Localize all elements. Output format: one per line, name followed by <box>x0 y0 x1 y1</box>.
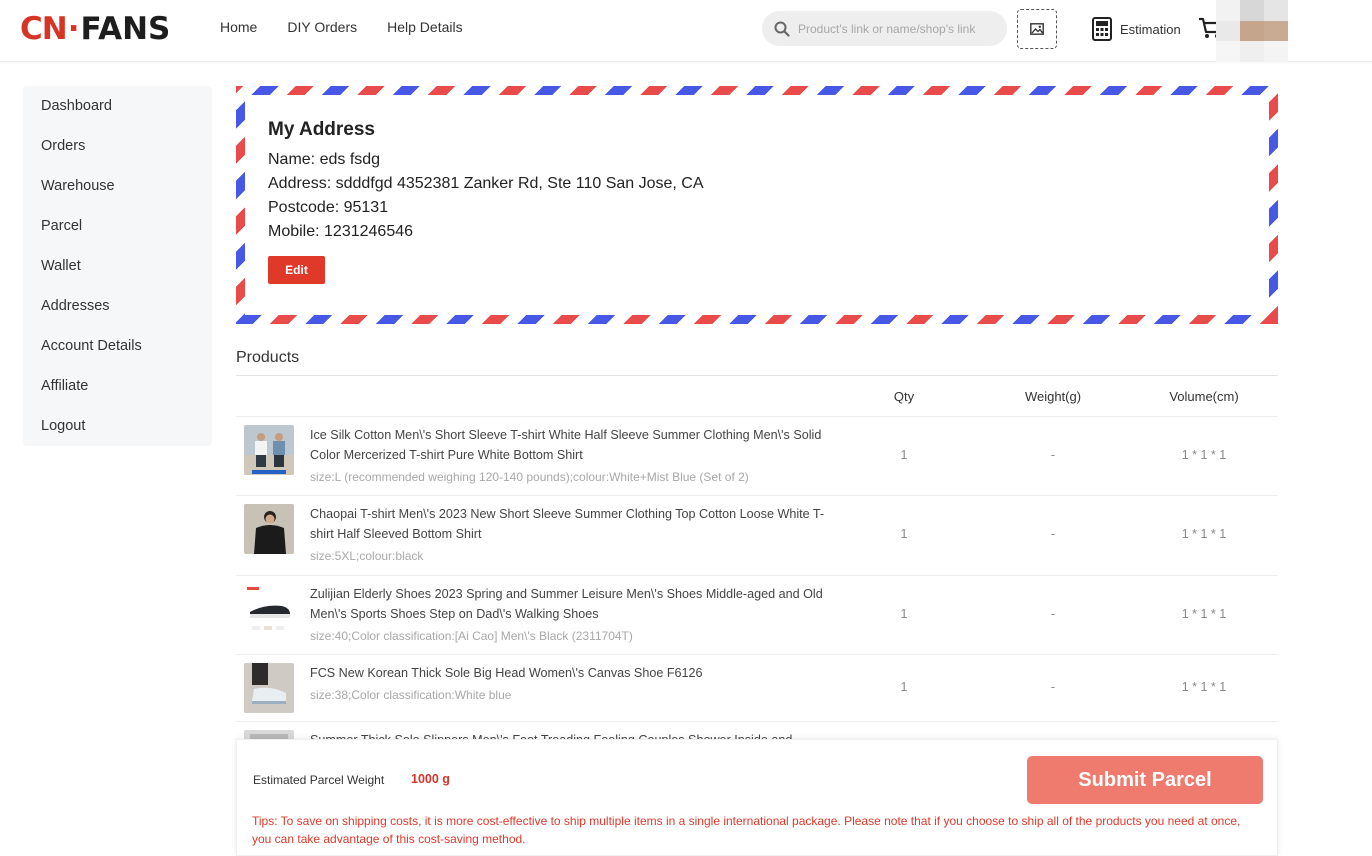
submit-parcel-button[interactable]: Submit Parcel <box>1027 756 1263 804</box>
nav-diy-orders-link[interactable]: DIY Orders <box>287 19 357 35</box>
table-row: Chaopai T-shirt Men\'s 2023 New Short Sl… <box>236 496 1278 576</box>
estimated-weight-value: 1000 g <box>411 772 450 786</box>
product-name[interactable]: Zulijian Elderly Shoes 2023 Spring and S… <box>310 585 830 624</box>
product-spec: size:L (recommended weighing 120-140 pou… <box>310 470 749 484</box>
product-weight: - <box>1050 448 1056 462</box>
logo-dot: · <box>67 11 80 47</box>
table-row: Summer Thick Sole Slippers Men\'s Foot T… <box>236 722 1278 739</box>
product-volume: 1 * 1 * 1 <box>1181 448 1227 462</box>
address-postcode: Postcode: 95131 <box>268 199 389 216</box>
product-name[interactable]: Chaopai T-shirt Men\'s 2023 New Short Sl… <box>310 505 830 544</box>
product-volume: 1 * 1 * 1 <box>1181 607 1227 621</box>
address-name: Name: eds fsdg <box>268 151 381 168</box>
product-weight: - <box>1050 680 1056 694</box>
sidebar-item-affiliate[interactable]: Affiliate <box>23 368 212 408</box>
edit-address-button[interactable]: Edit <box>268 256 325 284</box>
address-street: Address: sdddfgd 4352381 Zanker Rd, Ste … <box>268 175 704 192</box>
product-qty: 1 <box>900 680 908 694</box>
col-header-volume: Volume(cm) <box>1169 389 1239 404</box>
logo-fans: FANS <box>80 11 171 47</box>
product-name[interactable]: Ice Silk Cotton Men\'s Short Sleeve T-sh… <box>310 426 830 465</box>
parcel-summary-bar: Estimated Parcel Weight 1000 g Submit Pa… <box>236 739 1278 856</box>
product-spec: size:38;Color classification:White blue <box>310 688 512 702</box>
sidebar-item-warehouse[interactable]: Warehouse <box>23 168 212 208</box>
table-row: Ice Silk Cotton Men\'s Short Sleeve T-sh… <box>236 417 1278 496</box>
estimation-button[interactable]: Estimation <box>1092 17 1181 41</box>
main-nav: Home DIY Orders Help Details <box>220 19 463 35</box>
image-search-button[interactable] <box>1017 9 1057 49</box>
product-spec: size:5XL;colour:black <box>310 549 424 563</box>
products-divider <box>236 375 1278 376</box>
sidebar-item-wallet[interactable]: Wallet <box>23 248 212 288</box>
estimation-label: Estimation <box>1120 21 1181 37</box>
search-bar <box>762 11 1007 46</box>
product-weight: - <box>1050 527 1056 541</box>
logo-cn: CN <box>20 11 68 47</box>
calculator-icon <box>1092 17 1112 41</box>
product-qty: 1 <box>900 527 908 541</box>
address-mobile: Mobile: 1231246546 <box>268 223 414 240</box>
col-header-qty: Qty <box>893 389 915 404</box>
search-icon[interactable] <box>774 21 790 37</box>
product-thumbnail[interactable] <box>244 730 294 739</box>
nav-help-details-link[interactable]: Help Details <box>387 19 462 35</box>
product-thumbnail[interactable] <box>244 584 294 634</box>
product-qty: 1 <box>900 607 908 621</box>
products-table-body: Ice Silk Cotton Men\'s Short Sleeve T-sh… <box>236 417 1278 739</box>
nav-home-link[interactable]: Home <box>220 19 257 35</box>
image-icon <box>1030 23 1044 35</box>
sidebar-item-parcel[interactable]: Parcel <box>23 208 212 248</box>
cnfans-logo[interactable]: CN · FANS <box>20 11 171 47</box>
product-volume: 1 * 1 * 1 <box>1181 680 1227 694</box>
shipping-tips: Tips: To save on shipping costs, it is m… <box>252 814 1241 846</box>
product-thumbnail[interactable] <box>244 504 294 554</box>
address-title: My Address <box>268 119 375 140</box>
product-name[interactable]: FCS New Korean Thick Sole Big Head Women… <box>310 664 830 684</box>
sidebar-item-dashboard[interactable]: Dashboard <box>23 88 212 128</box>
products-heading: Products <box>236 349 300 366</box>
product-volume: 1 * 1 * 1 <box>1181 527 1227 541</box>
top-header: CN · FANS Home DIY Orders Help Details E… <box>0 0 1372 62</box>
product-thumbnail[interactable] <box>244 663 294 713</box>
user-avatar[interactable] <box>1216 0 1288 62</box>
product-qty: 1 <box>900 448 908 462</box>
product-weight: - <box>1050 607 1056 621</box>
table-row: FCS New Korean Thick Sole Big Head Women… <box>236 655 1278 722</box>
sidebar-item-logout[interactable]: Logout <box>23 408 212 448</box>
product-name[interactable]: Summer Thick Sole Slippers Men\'s Foot T… <box>310 731 830 739</box>
product-spec: size:40;Color classification:[Ai Cao] Me… <box>310 629 633 643</box>
estimated-weight-label: Estimated Parcel Weight <box>253 773 385 787</box>
product-thumbnail[interactable] <box>244 425 294 475</box>
sidebar-item-account-details[interactable]: Account Details <box>23 328 212 368</box>
address-card: My Address Name: eds fsdg Address: sdddf… <box>236 86 1278 324</box>
col-header-weight: Weight(g) <box>1024 389 1082 404</box>
search-input[interactable] <box>798 21 998 36</box>
table-row: Zulijian Elderly Shoes 2023 Spring and S… <box>236 576 1278 655</box>
account-sidebar: Dashboard Orders Warehouse Parcel Wallet… <box>23 86 212 446</box>
sidebar-item-orders[interactable]: Orders <box>23 128 212 168</box>
address-card-body: My Address Name: eds fsdg Address: sdddf… <box>245 95 1269 315</box>
sidebar-item-addresses[interactable]: Addresses <box>23 288 212 328</box>
products-table-header: Qty Weight(g) Volume(cm) <box>236 377 1278 417</box>
